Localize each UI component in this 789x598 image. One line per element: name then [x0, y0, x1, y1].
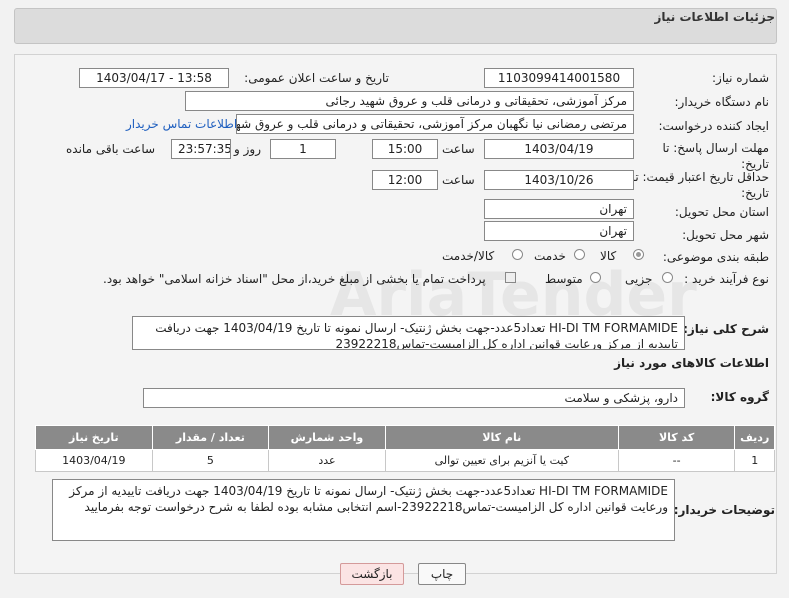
requester-label: ایجاد کننده درخواست:: [658, 119, 769, 133]
process-minor-radio[interactable]: [662, 272, 673, 283]
item-unit: عدد: [268, 449, 386, 472]
col-qty-header: تعداد / مقدار: [151, 425, 270, 450]
price-date-field[interactable]: 1403/10/26: [484, 170, 634, 190]
remaining-label: ساعت باقی مانده: [66, 142, 156, 156]
price-validity-label: حداقل تاریخ اعتبار قیمت: تا تاریخ:: [631, 170, 769, 200]
payment-note: پرداخت تمام یا بخشی از مبلغ خرید،از محل …: [103, 272, 486, 286]
remaining-time-field[interactable]: 23:57:35: [171, 139, 231, 159]
category-service-label: خدمت: [534, 249, 566, 263]
reply-time-label: ساعت: [442, 142, 475, 156]
requester-field[interactable]: مرتضی رمضانی نیا نگهبان مرکز آموزشی، تحق…: [236, 114, 634, 134]
goods-group-label: گروه کالا:: [710, 390, 769, 404]
print-button[interactable]: چاپ: [418, 563, 466, 585]
days-and-label: روز و: [234, 142, 261, 156]
row-number: 1: [734, 449, 775, 472]
item-date: 1403/04/19: [35, 449, 153, 472]
category-both-label: کالا/خدمت: [442, 249, 495, 263]
col-date-header: تاریخ نیاز: [35, 425, 153, 450]
items-table-header: ردیف کد کالا نام کالا واحد شمارش تعداد /…: [35, 425, 775, 450]
city-field[interactable]: تهران: [484, 221, 634, 241]
reply-date-field[interactable]: 1403/04/19: [484, 139, 634, 159]
col-row-header: ردیف: [734, 425, 775, 450]
process-medium-radio[interactable]: [590, 272, 601, 283]
province-label: استان محل تحویل:: [674, 205, 769, 219]
price-time-label: ساعت: [442, 173, 475, 187]
price-time-field[interactable]: 12:00: [372, 170, 438, 190]
col-code-header: کد کالا: [617, 425, 736, 450]
province-field[interactable]: تهران: [484, 199, 634, 219]
goods-info-title: اطلاعات کالاهای مورد نیاز: [614, 356, 769, 370]
announce-label: تاریخ و ساعت اعلان عمومی:: [244, 71, 389, 85]
category-service-radio[interactable]: [574, 249, 585, 260]
process-minor-label: جزیی: [625, 272, 653, 286]
item-name: کیت یا آنزیم برای تعیین توالی: [384, 449, 619, 472]
category-goods-radio[interactable]: [633, 249, 644, 260]
need-number-label: شماره نیاز:: [712, 71, 769, 85]
buyer-notes-field[interactable]: HI-DI TM FORMAMIDE تعداد5عدد-جهت بخش ژنت…: [52, 479, 675, 541]
item-code: --: [617, 449, 736, 472]
need-number-field[interactable]: 1103099414001580: [484, 68, 634, 88]
reply-time-field[interactable]: 15:00: [372, 139, 438, 159]
buyer-contact-link[interactable]: اطلاعات تماس خریدار: [126, 117, 237, 131]
category-goods-label: کالا: [600, 249, 617, 263]
buyer-notes-label: توضیحات خریدار:: [673, 503, 775, 517]
days-field[interactable]: 1: [270, 139, 336, 159]
page-title: جزئیات اطلاعات نیاز: [654, 10, 775, 24]
description-field[interactable]: HI-DI TM FORMAMIDE تعداد5عدد-جهت بخش ژنت…: [132, 316, 685, 350]
goods-group-field[interactable]: دارو، پزشکی و سلامت: [143, 388, 685, 408]
table-row[interactable]: 1 -- کیت یا آنزیم برای تعیین توالی عدد 5…: [35, 449, 775, 472]
category-both-radio[interactable]: [512, 249, 523, 260]
buyer-org-label: نام دستگاه خریدار:: [674, 95, 770, 109]
description-label: شرح کلی نیاز:: [683, 322, 769, 336]
process-medium-label: متوسط: [545, 272, 583, 286]
item-qty: 5: [151, 449, 270, 472]
treasury-payment-checkbox[interactable]: [505, 272, 516, 283]
buyer-org-field[interactable]: مرکز آموزشی، تحقیقاتی و درمانی قلب و عرو…: [185, 91, 634, 111]
col-unit-header: واحد شمارش: [268, 425, 386, 450]
category-label: طبقه بندی موضوعی:: [662, 250, 769, 264]
back-button[interactable]: بازگشت: [340, 563, 404, 585]
items-table: ردیف کد کالا نام کالا واحد شمارش تعداد /…: [35, 425, 775, 472]
announce-field[interactable]: 1403/04/17 - 13:58: [79, 68, 229, 88]
city-label: شهر محل تحویل:: [682, 228, 769, 242]
reply-deadline-label: مهلت ارسال پاسخ: تا تاریخ:: [662, 141, 769, 171]
process-label: نوع فرآیند خرید :: [684, 272, 769, 286]
col-name-header: نام کالا: [384, 425, 619, 450]
